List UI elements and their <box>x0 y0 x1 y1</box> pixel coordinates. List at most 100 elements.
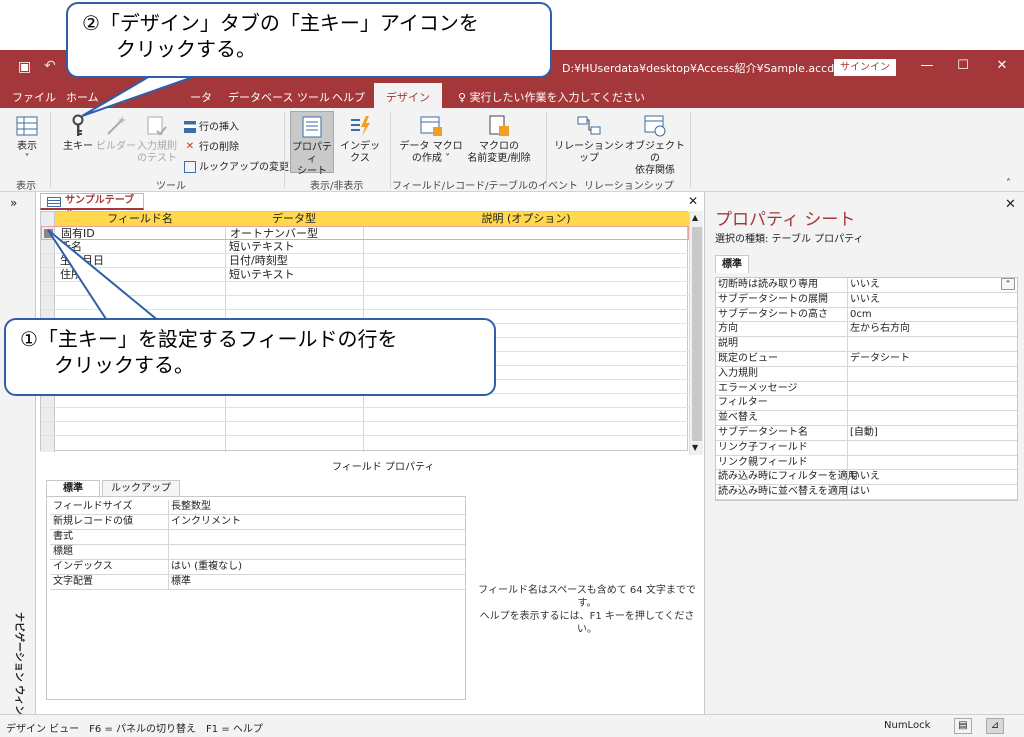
property-row[interactable]: 既定のビュー データシート <box>716 351 1017 367</box>
property-row[interactable]: エラーメッセージ <box>716 381 1017 397</box>
rename-delete-macro-button[interactable]: マクロの 名前変更/削除 <box>462 114 536 165</box>
object-dependencies-button[interactable]: オブジェクトの 依存関係 <box>624 114 686 177</box>
field-help-text: フィールド名はスペースも含めて 64 文字までです。 ヘルプを表示するには、F1… <box>478 585 696 635</box>
tab-design[interactable]: デザイン <box>374 83 442 108</box>
close-button[interactable]: ✕ <box>987 56 1017 76</box>
property-row[interactable]: フィルター <box>716 396 1017 412</box>
table-properties-list: 切断時は読み取り専用 いいえ ˅ サブデータシートの展開 いいえ サブデータシートの高… <box>715 277 1018 501</box>
table-row[interactable] <box>41 422 689 436</box>
property-row[interactable]: 方向 左から右方向 <box>716 322 1017 338</box>
navigation-pane: » ナビゲーション ウィンドウ <box>0 192 36 735</box>
data-type-cell[interactable]: 短いテキスト <box>226 240 361 254</box>
maximize-button[interactable]: ☐ <box>948 56 978 76</box>
property-row[interactable]: 説明 <box>716 337 1017 352</box>
tab-property-general[interactable]: 標準 <box>715 255 749 273</box>
property-row[interactable]: 新規レコードの値 インクリメント <box>50 515 465 530</box>
table-row[interactable]: 氏名 短いテキスト <box>41 240 689 254</box>
property-row[interactable]: 書式 <box>50 530 465 545</box>
save-icon[interactable]: ▣ <box>18 59 31 75</box>
chevron-down-icon[interactable]: ˅ <box>1001 278 1015 291</box>
property-row[interactable]: インデックス はい (重複なし) <box>50 560 465 575</box>
view-button[interactable]: 表示 ˅ <box>8 114 46 165</box>
table-row[interactable] <box>41 282 689 296</box>
builder-button[interactable]: ビルダー <box>96 114 136 153</box>
insert-rows-button[interactable]: 行の挿入 <box>184 118 239 133</box>
tab-lookup[interactable]: ルックアップ <box>102 480 180 497</box>
selection-type: 選択の種類: テーブル プロパティ <box>715 234 864 245</box>
property-row[interactable]: サブデータシート名 [自動] <box>716 425 1017 441</box>
datasheet-view-icon[interactable]: ▤ <box>954 718 972 734</box>
tab-file[interactable]: ファイル <box>12 89 56 105</box>
close-property-sheet-icon[interactable]: ✕ <box>1005 197 1016 212</box>
scroll-up-icon[interactable]: ▲ <box>692 213 698 222</box>
table-row[interactable]: 固有ID オートナンバー型 <box>41 226 689 240</box>
close-document-icon[interactable]: ✕ <box>688 194 698 208</box>
create-data-macros-button[interactable]: データ マクロ の作成 ˅ <box>398 114 464 165</box>
primary-key-label: 主キー <box>63 141 93 152</box>
scroll-thumb[interactable] <box>692 227 702 441</box>
table-row[interactable] <box>41 408 689 422</box>
undo-icon[interactable]: ↶ <box>44 58 56 74</box>
callout-step1: ①「主キー」を設定するフィールドの行を クリックする。 <box>4 318 496 396</box>
row-selector[interactable] <box>44 229 53 238</box>
property-sheet-title: プロパティ シート <box>715 210 856 230</box>
table-row[interactable] <box>41 394 689 408</box>
data-type-cell[interactable]: 短いテキスト <box>226 268 361 282</box>
field-name-cell[interactable]: 氏名 <box>57 240 223 254</box>
tab-home[interactable]: ホーム <box>66 89 99 105</box>
group-label-events: フィールド/レコード/テーブルのイベント <box>392 181 578 192</box>
lookup-icon <box>184 161 196 173</box>
property-row[interactable]: サブデータシートの高さ 0cm <box>716 307 1017 323</box>
document-tab[interactable]: サンプルテーブル <box>40 193 144 220</box>
tell-me-search[interactable]: ♀ 実行したい作業を入力してください <box>458 89 645 105</box>
property-row[interactable]: 標題 <box>50 545 465 560</box>
test-rules-icon <box>147 116 167 136</box>
property-row[interactable]: 並べ替え <box>716 411 1017 426</box>
indexes-icon <box>351 116 370 136</box>
relationships-button[interactable]: リレーションシップ <box>552 114 626 165</box>
table-icon <box>47 197 61 207</box>
property-row[interactable]: リンク子フィールド <box>716 440 1017 456</box>
property-row[interactable]: サブデータシートの展開 いいえ <box>716 292 1017 308</box>
property-row[interactable]: フィールドサイズ 長整数型 <box>50 500 465 515</box>
primary-key-button[interactable]: 主キー <box>58 114 98 153</box>
tab-database-tools[interactable]: データベース ツール <box>228 89 330 105</box>
delete-rows-button[interactable]: ✕ 行の削除 <box>184 138 239 153</box>
field-name-cell[interactable]: 生年月日 <box>57 254 223 268</box>
tab-general[interactable]: 標準 <box>46 480 100 497</box>
property-sheet-button[interactable]: プロパティ シート <box>290 111 334 177</box>
property-row[interactable]: 読み込み時にフィルターを適用 いいえ <box>716 470 1017 486</box>
design-view-icon[interactable]: ⊿ <box>986 718 1004 734</box>
data-type-cell[interactable]: オートナンバー型 <box>227 227 362 241</box>
table-row[interactable] <box>41 296 689 310</box>
modify-lookups-button[interactable]: ルックアップの変更 <box>184 158 289 173</box>
table-row[interactable]: 生年月日 日付/時刻型 <box>41 254 689 268</box>
property-row[interactable]: 読み込み時に並べ替えを適用 はい <box>716 485 1017 500</box>
minimize-button[interactable]: — <box>912 56 942 76</box>
header-field-name: フィールド名 <box>107 212 173 225</box>
test-validation-rules-button[interactable]: 入力規則 のテスト <box>134 114 180 165</box>
table-row[interactable]: 住所 短いテキスト <box>41 268 689 282</box>
data-macro-icon <box>420 116 442 136</box>
property-row[interactable]: 入力規則 <box>716 366 1017 382</box>
field-name-cell[interactable]: 固有ID <box>58 227 224 241</box>
collapse-ribbon-icon[interactable]: ˄ <box>1006 178 1011 189</box>
header-data-type: データ型 <box>272 212 316 225</box>
tab-external-data[interactable]: ータ <box>190 89 212 105</box>
property-row[interactable]: 切断時は読み取り専用 いいえ ˅ <box>716 278 1017 293</box>
field-name-cell[interactable]: 住所 <box>57 268 223 282</box>
property-row[interactable]: 文字配置 標準 <box>50 575 465 590</box>
tab-create[interactable]: 作 <box>118 89 129 105</box>
indexes-button[interactable]: インデックス <box>336 114 384 165</box>
signin-button[interactable]: サインイン <box>834 59 896 76</box>
delete-rows-icon: ✕ <box>185 141 195 152</box>
expand-nav-icon[interactable]: » <box>10 196 17 210</box>
callout-step2: ②「デザイン」タブの「主キー」アイコンを クリックする。 <box>66 2 552 78</box>
view-icon <box>16 116 38 136</box>
property-row[interactable]: リンク親フィールド <box>716 455 1017 471</box>
tab-help[interactable]: ヘルプ <box>332 89 365 105</box>
data-type-cell[interactable]: 日付/時刻型 <box>226 254 361 268</box>
grid-scrollbar[interactable]: ▲ ▼ <box>689 211 703 455</box>
scroll-down-icon[interactable]: ▼ <box>692 443 698 452</box>
table-design-view: サンプルテーブル ✕ フィールド名 データ型 説明 (オプション) 固有ID オ… <box>36 192 704 714</box>
